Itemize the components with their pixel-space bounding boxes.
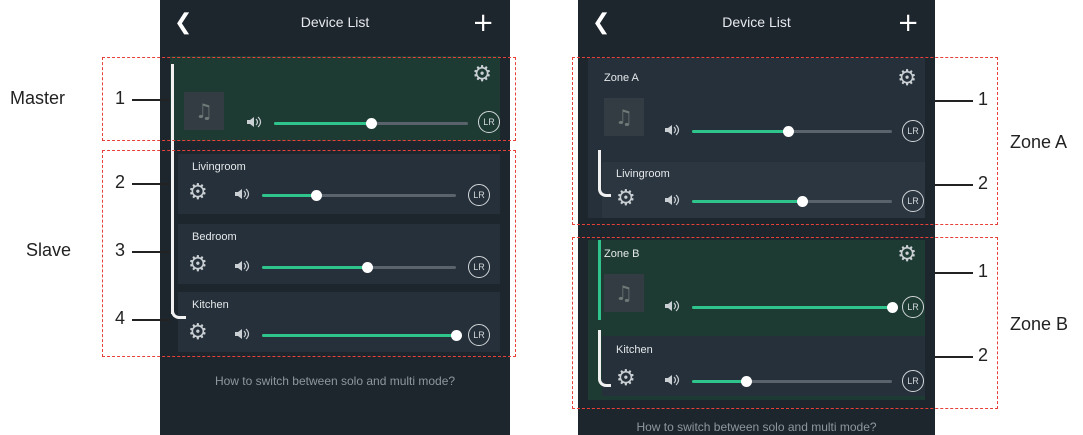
zone-b-label: Zone B xyxy=(1010,314,1069,334)
nav-bar: ❮ Device List + xyxy=(160,0,510,44)
add-icon[interactable]: + xyxy=(897,8,919,38)
page-title: Device List xyxy=(300,14,370,30)
master-label: Master xyxy=(10,88,66,108)
callout-number: 3 xyxy=(115,240,126,260)
add-icon[interactable]: + xyxy=(472,8,494,38)
callout-number: 2 xyxy=(978,345,989,365)
page-title: Device List xyxy=(722,14,791,30)
zone-a-highlight-box xyxy=(572,57,998,225)
callout-number: 4 xyxy=(115,308,126,328)
callout-number: 2 xyxy=(115,172,126,192)
zone-a-label: Zone A xyxy=(1010,132,1068,152)
callout-leader xyxy=(935,356,973,358)
slave-bracket xyxy=(164,176,170,322)
callout-number: 1 xyxy=(115,88,126,108)
callout-leader xyxy=(935,272,973,274)
callout-leader xyxy=(935,184,973,186)
nav-bar: ❮ Device List + xyxy=(578,0,935,44)
mode-help-link[interactable]: How to switch between solo and multi mod… xyxy=(578,420,935,434)
slave-label: Slave xyxy=(26,240,72,260)
mode-help-link[interactable]: How to switch between solo and multi mod… xyxy=(160,374,510,388)
callout-number: 1 xyxy=(978,89,989,109)
callout-leader xyxy=(935,100,973,102)
callout-leader xyxy=(132,99,170,101)
callout-number: 1 xyxy=(978,261,989,281)
callout-number: 2 xyxy=(978,173,989,193)
zone-b-highlight-box xyxy=(572,237,998,409)
